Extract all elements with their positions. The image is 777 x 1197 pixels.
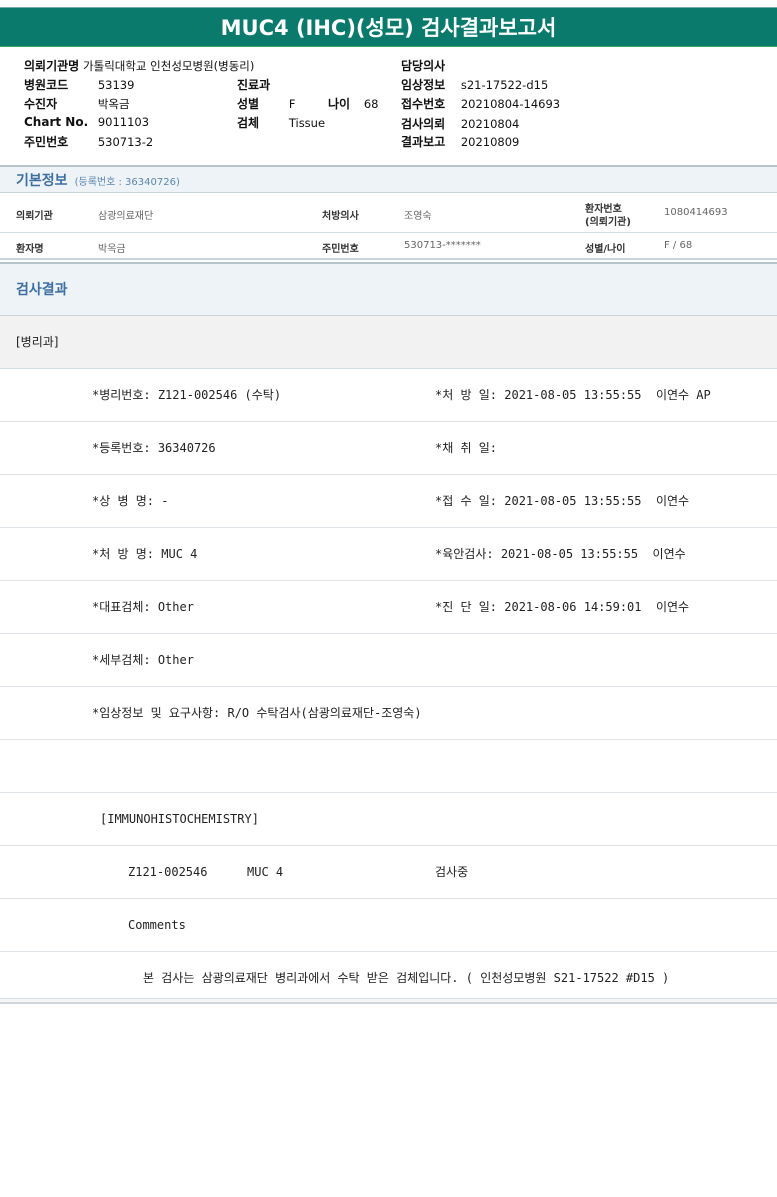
sex-age-value: F / 68: [664, 240, 693, 251]
report-date-value: 20210809: [460, 135, 520, 149]
resident-no-label-2: 주민번호: [322, 244, 359, 255]
result-row: *임상정보 및 요구사항: R/O 수탁검사(삼광의료재단-조영숙): [0, 687, 777, 740]
prescriber-label: 처방의사: [322, 211, 359, 222]
sex-age-label: 성별/나이: [585, 244, 626, 255]
request-label: 검사의뢰: [401, 117, 446, 131]
ihc-id: Z121-002546: [128, 865, 208, 879]
hospital-code-field: 병원코드 53139: [24, 76, 134, 93]
blank-row: [0, 740, 777, 793]
receipt-no-label: 접수번호: [401, 97, 446, 111]
result-row: *처 방 명: MUC 4 *육안검사: 2021-08-05 13:55:55…: [0, 528, 777, 581]
age-field: 나이 68: [328, 95, 378, 112]
doctor-label: 담당의사: [401, 59, 446, 73]
result-right: *채 취 일:: [435, 441, 498, 455]
ihc-test: MUC 4: [247, 865, 284, 879]
institution-value: 가톨릭대학교 인천성모병원(병동리): [83, 59, 255, 73]
result-left: *임상정보 및 요구사항: R/O 수탁검사(삼광의료재단-조영숙): [92, 706, 422, 720]
basic-info-header: 기본정보 (등록번호 : 36340726): [0, 165, 777, 193]
basic-info-row-1: 의뢰기관 삼광의료재단 처방의사 조영숙 환자번호 (의뢰기관) 1080414…: [0, 193, 777, 233]
result-row: *세부검체: Other: [0, 634, 777, 687]
chart-no-field: Chart No. 9011103: [24, 115, 149, 129]
institution-label: 의뢰기관명: [24, 59, 80, 73]
result-right: *육안검사: 2021-08-05 13:55:55 이연수: [435, 547, 686, 561]
request-field: 검사의뢰 20210804: [401, 115, 519, 132]
hospital-code-label: 병원코드: [24, 78, 69, 92]
hospital-code-value: 53139: [97, 78, 135, 92]
result-row: *병리번호: Z121-002546 (수탁) *처 방 일: 2021-08-…: [0, 369, 777, 422]
receipt-no-value: 20210804-14693: [460, 97, 561, 111]
patient-name-label: 환자명: [16, 244, 44, 255]
result-left: *상 병 명: -: [92, 494, 169, 508]
comments-row: Comments: [0, 899, 777, 952]
recipient-label: 수진자: [24, 97, 58, 111]
sex-field: 성별 F: [237, 95, 295, 112]
comment-text-row: 본 검사는 삼광의료재단 병리과에서 수탁 받은 검체입니다. ( 인천성모병원…: [0, 952, 777, 998]
ihc-result-row: Z121-002546 MUC 4 검사중: [0, 846, 777, 899]
report-date-field: 결과보고 20210809: [401, 133, 519, 150]
request-value: 20210804: [460, 117, 520, 131]
ihc-header: [IMMUNOHISTOCHEMISTRY]: [100, 812, 259, 826]
results-title: 검사결과: [0, 262, 777, 316]
sex-value: F: [288, 97, 296, 111]
department-field: 진료과: [237, 76, 270, 93]
report-date-label: 결과보고: [401, 135, 446, 149]
prescriber-value: 조영숙: [404, 211, 432, 222]
comments-label: Comments: [128, 918, 186, 932]
specimen-value: Tissue: [288, 116, 326, 130]
result-row: *등록번호: 36340726 *채 취 일:: [0, 422, 777, 475]
resident-no-field: 주민번호 530713-2: [24, 133, 153, 150]
result-right: *처 방 일: 2021-08-05 13:55:55 이연수 AP: [435, 388, 711, 402]
result-left: *세부검체: Other: [92, 653, 194, 667]
result-left: *등록번호: 36340726: [92, 441, 216, 455]
patient-name-value: 박옥금: [98, 244, 126, 255]
specimen-field: 검체 Tissue: [237, 114, 325, 131]
sex-label: 성별: [237, 97, 260, 111]
chart-no-value: 9011103: [97, 115, 150, 129]
recipient-value: 박옥금: [97, 97, 130, 111]
result-left: *대표검체: Other: [92, 600, 194, 614]
result-row: *대표검체: Other *진 단 일: 2021-08-06 14:59:01…: [0, 581, 777, 634]
specimen-label: 검체: [237, 116, 260, 130]
recipient-field: 수진자 박옥금: [24, 95, 130, 112]
patient-no-value: 1080414693: [664, 207, 728, 218]
age-label: 나이: [328, 97, 351, 111]
report-bottom-border: [0, 998, 777, 1004]
requester-label: 의뢰기관: [16, 211, 53, 222]
result-right: *접 수 일: 2021-08-05 13:55:55 이연수: [435, 494, 690, 508]
age-value: 68: [363, 97, 379, 111]
clinical-field: 임상정보 s21-17522-d15: [401, 76, 548, 93]
clinical-value: s21-17522-d15: [460, 78, 549, 92]
resident-no-value: 530713-2: [97, 135, 154, 149]
patient-no-label-sub: (의뢰기관): [585, 217, 631, 228]
comment-text: 본 검사는 삼광의료재단 병리과에서 수탁 받은 검체입니다. ( 인천성모병원…: [143, 971, 670, 985]
doctor-field: 담당의사: [401, 57, 445, 74]
result-left: *처 방 명: MUC 4: [92, 547, 198, 561]
requester-value: 삼광의료재단: [98, 211, 154, 222]
receipt-no-field: 접수번호 20210804-14693: [401, 95, 560, 112]
department-label: 진료과: [237, 78, 271, 92]
chart-no-label: Chart No.: [24, 115, 89, 129]
institution-field: 의뢰기관명 가톨릭대학교 인천성모병원(병동리): [24, 57, 254, 74]
result-right: *진 단 일: 2021-08-06 14:59:01 이연수: [435, 600, 690, 614]
resident-no-label: 주민번호: [24, 135, 69, 149]
ihc-status: 검사중: [435, 865, 469, 879]
basic-info-row-2: 환자명 박옥금 주민번호 530713-******* 성별/나이 F / 68: [0, 233, 777, 260]
report-title: MUC4 (IHC)(성모) 검사결과보고서: [0, 7, 777, 47]
basic-info-title: 기본정보: [16, 173, 68, 189]
basic-info-subtitle: (등록번호 : 36340726): [74, 177, 180, 188]
result-row: *상 병 명: - *접 수 일: 2021-08-05 13:55:55 이연…: [0, 475, 777, 528]
result-left: *병리번호: Z121-002546 (수탁): [92, 388, 282, 402]
clinical-label: 임상정보: [401, 78, 446, 92]
resident-no-value-2: 530713-*******: [404, 240, 481, 251]
department-header: [병리과]: [0, 316, 777, 369]
ihc-header-row: [IMMUNOHISTOCHEMISTRY]: [0, 793, 777, 846]
